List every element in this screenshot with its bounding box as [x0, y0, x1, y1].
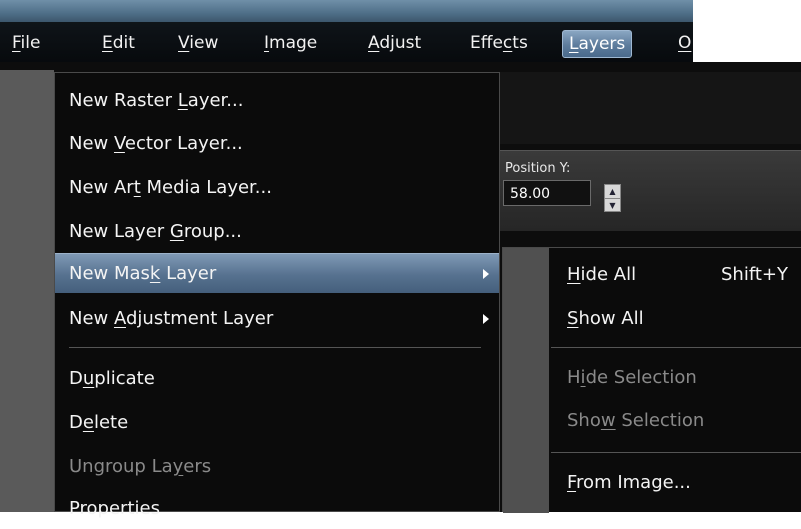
menu-image[interactable]: Image	[258, 30, 323, 56]
submenu-icon-gutter	[503, 248, 549, 513]
window-title-bar	[0, 0, 693, 22]
menu-effects[interactable]: Effects	[464, 30, 534, 56]
menu-item-new-vector-layer[interactable]: New Vector Layer...	[55, 124, 499, 164]
menu-item-delete[interactable]: Delete	[55, 403, 499, 443]
menu-item-new-adjustment-layer[interactable]: New Adjustment Layer	[55, 299, 499, 339]
menu-bar: File Edit View Image Adjust Effects Laye…	[0, 22, 693, 62]
menu-item-duplicate[interactable]: Duplicate	[55, 359, 499, 399]
layers-menu: New Raster Layer... New Vector Layer... …	[54, 72, 500, 519]
menu-file[interactable]: File	[6, 30, 46, 56]
submenu-separator	[551, 452, 801, 453]
shortcut-shift-y: Shift+Y	[721, 264, 788, 285]
position-y-spinner[interactable]: ▲ ▼	[604, 184, 621, 212]
menu-item-properties[interactable]: Properties	[55, 489, 499, 529]
menu-item-new-mask-layer[interactable]: New Mask Layer	[55, 253, 499, 293]
menu-adjust[interactable]: Adjust	[362, 30, 427, 56]
options-toolbar	[500, 72, 801, 144]
submenu-item-hide-selection: Hide Selection	[567, 367, 697, 388]
submenu-arrow-icon	[483, 314, 489, 324]
submenu-item-from-image[interactable]: From Image...	[567, 463, 691, 503]
menu-separator	[69, 347, 481, 348]
mask-layer-submenu: Hide All Shift+Y Show All Hide Selection…	[502, 247, 801, 513]
menu-layers[interactable]: Layers	[562, 30, 633, 58]
submenu-item-hide-all[interactable]: Hide All	[567, 255, 636, 295]
menu-objects[interactable]: O	[672, 30, 697, 56]
submenu-item-show-selection: Show Selection	[567, 410, 705, 431]
submenu-arrow-icon	[483, 269, 489, 279]
menu-item-ungroup-layers: Ungroup Layers	[69, 456, 212, 477]
submenu-item-show-all[interactable]: Show All	[567, 299, 644, 339]
menu-item-new-art-media-layer[interactable]: New Art Media Layer...	[55, 168, 499, 208]
menu-item-new-raster-layer[interactable]: New Raster Layer...	[55, 81, 499, 121]
menu-edit[interactable]: Edit	[96, 30, 141, 56]
tools-panel-edge	[0, 70, 54, 512]
menu-item-new-layer-group[interactable]: New Layer Group...	[55, 212, 499, 252]
spin-up-icon[interactable]: ▲	[605, 185, 620, 199]
position-y-label: Position Y:	[505, 161, 571, 176]
position-y-input[interactable]: 58.00	[503, 180, 591, 206]
submenu-separator	[551, 347, 801, 348]
spin-down-icon[interactable]: ▼	[605, 199, 620, 212]
menu-view[interactable]: View	[172, 30, 224, 56]
